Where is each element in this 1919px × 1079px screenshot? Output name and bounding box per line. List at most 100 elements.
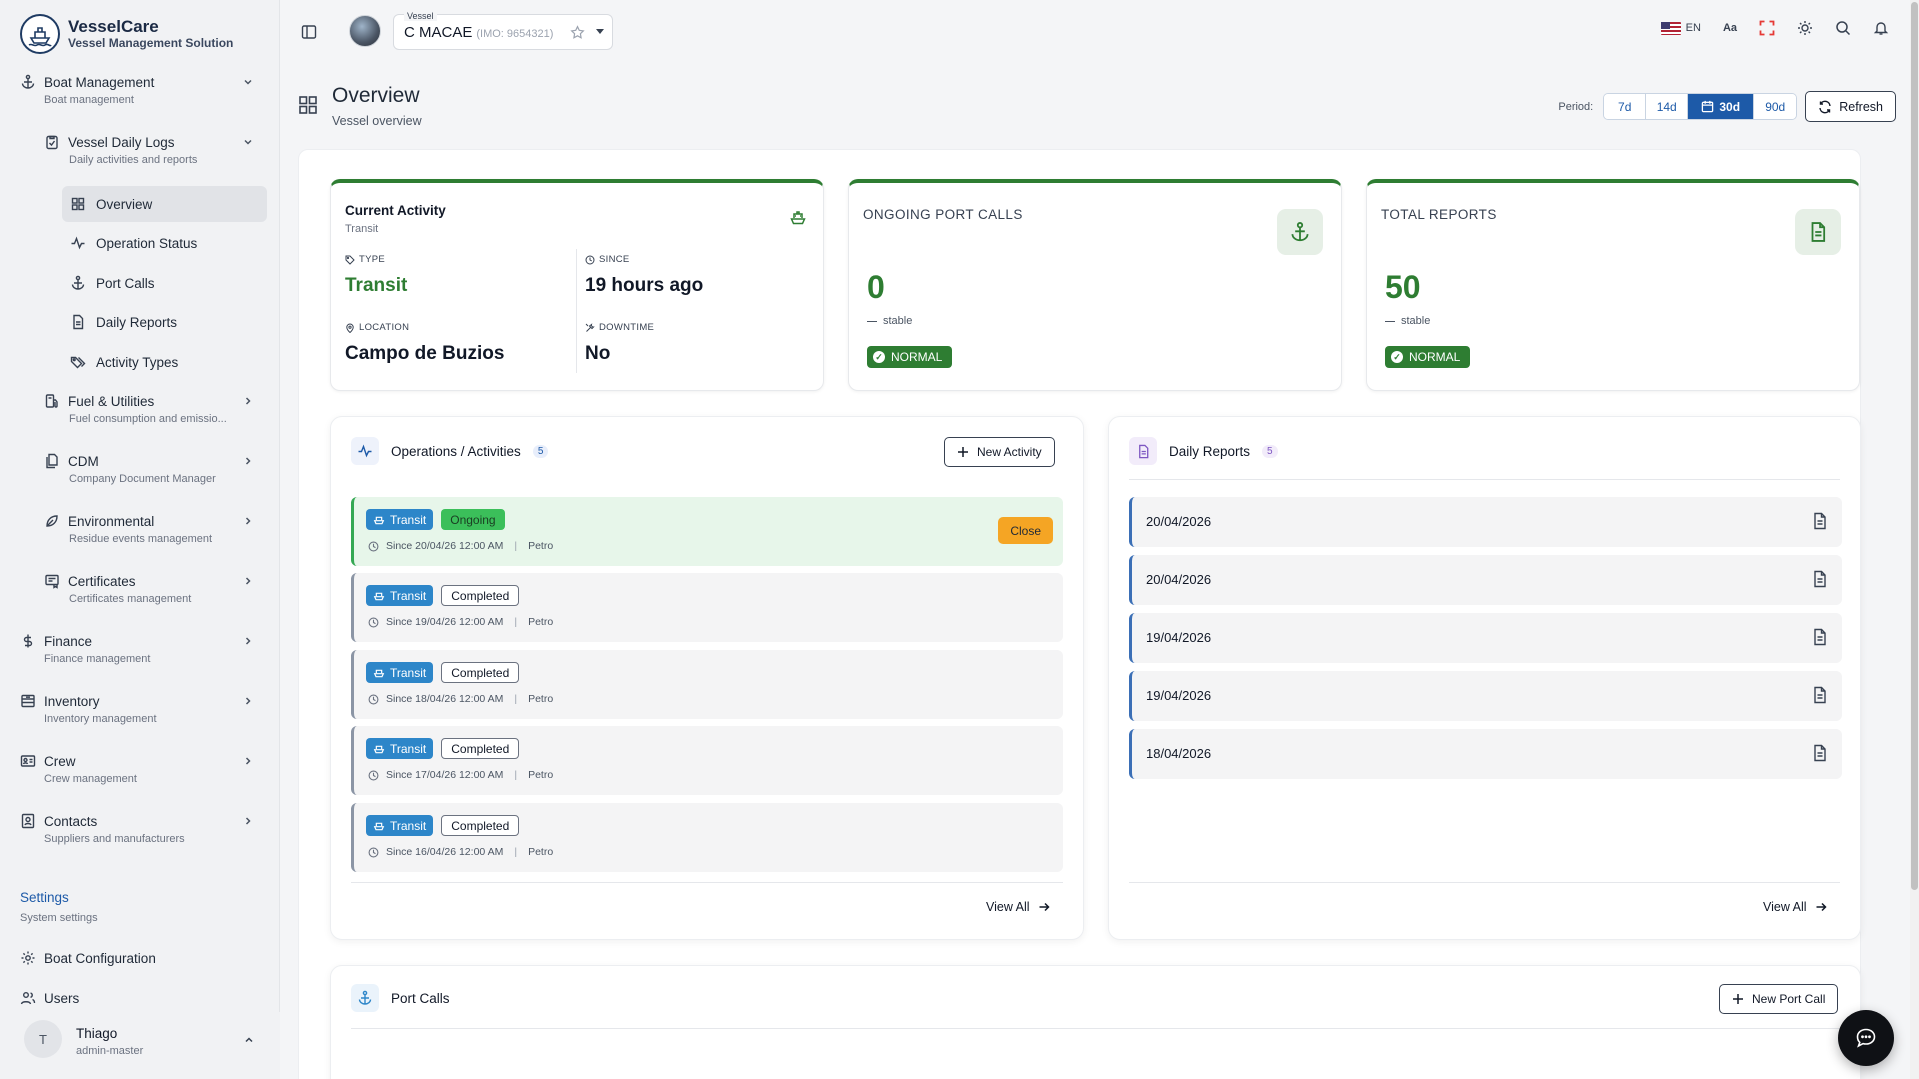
kpi-icon-box xyxy=(1277,209,1323,255)
activity-downtime-field: DOWNTIME No xyxy=(585,322,654,365)
language-code: EN xyxy=(1685,22,1701,34)
scrollbar-thumb[interactable] xyxy=(1911,2,1918,890)
us-flag-icon xyxy=(1660,21,1681,35)
kpi-card-ongoing-port-calls: ONGOING PORT CALLS 0 stable ✓ NORMAL xyxy=(848,179,1342,391)
contacts-icon xyxy=(21,813,35,829)
wrench-icon xyxy=(585,322,595,332)
sidebar-item-label: CDM xyxy=(68,453,99,469)
sidebar-item-crew[interactable]: Crew Crew management xyxy=(0,753,280,785)
activity-row[interactable]: Transit Completed Since 17/04/26 12:00 A… xyxy=(351,726,1063,795)
report-row[interactable]: 18/04/2026 xyxy=(1129,729,1842,779)
sidebar-item-cdm[interactable]: CDM Company Document Manager xyxy=(0,453,280,485)
report-date: 20/04/2026 xyxy=(1146,572,1212,587)
period-option-14d[interactable]: 14d xyxy=(1646,94,1689,119)
period-option-30d[interactable]: 30d xyxy=(1688,94,1755,119)
report-row[interactable]: 20/04/2026 xyxy=(1129,555,1842,605)
sidebar-item-activity-types[interactable]: Activity Types xyxy=(62,344,267,380)
report-row[interactable]: 19/04/2026 xyxy=(1129,613,1842,663)
activity-location-value: Campo de Buzios xyxy=(345,343,505,364)
sidebar-item-overview[interactable]: Overview xyxy=(62,186,267,222)
font-size-button[interactable]: Aa xyxy=(1723,22,1737,34)
sidebar-item-users[interactable]: Users xyxy=(0,990,280,1010)
sidebar-item-vessel-daily-logs[interactable]: Vessel Daily Logs Daily activities and r… xyxy=(0,134,280,166)
brand-title: VesselCare xyxy=(68,17,159,36)
activity-user: Petro xyxy=(528,540,554,552)
chevron-up-icon xyxy=(245,1037,253,1043)
sidebar-toggle-button[interactable] xyxy=(301,24,317,40)
sidebar-item-environmental[interactable]: Environmental Residue events management xyxy=(0,513,280,545)
sidebar-item-finance[interactable]: Finance Finance management xyxy=(0,633,280,665)
activity-type-badge: Transit xyxy=(366,509,434,530)
star-icon[interactable] xyxy=(570,25,585,40)
period-segmented-control: 7d 14d 30d 90d xyxy=(1603,93,1798,120)
refresh-button[interactable]: Refresh xyxy=(1805,91,1896,122)
new-port-call-button[interactable]: New Port Call xyxy=(1719,984,1839,1014)
divider xyxy=(1129,479,1840,480)
anchor-icon xyxy=(1291,222,1309,242)
period-option-90d[interactable]: 90d xyxy=(1754,94,1797,119)
activity-downtime-value: No xyxy=(585,343,611,364)
document-icon[interactable] xyxy=(1812,744,1828,762)
sidebar-item-inventory[interactable]: Inventory Inventory management xyxy=(0,693,280,725)
sidebar-item-fuel-utilities[interactable]: Fuel & Utilities Fuel consumption and em… xyxy=(0,393,280,425)
operations-view-all-link[interactable]: View All xyxy=(986,900,1050,914)
vesselcare-logo-icon xyxy=(20,14,60,54)
document-icon[interactable] xyxy=(1812,512,1828,530)
document-icon[interactable] xyxy=(1812,686,1828,704)
chevron-right-icon xyxy=(245,397,251,405)
tag-icon xyxy=(345,255,355,265)
check-circle-icon: ✓ xyxy=(1391,351,1403,363)
sidebar-item-sub: Finance management xyxy=(44,653,151,665)
language-switcher[interactable]: EN xyxy=(1660,21,1701,35)
inventory-icon xyxy=(21,694,35,708)
activity-since-value: 19 hours ago xyxy=(585,275,704,296)
fuel-icon xyxy=(45,394,58,408)
report-row[interactable]: 19/04/2026 xyxy=(1129,671,1842,721)
settings-heading[interactable]: Settings xyxy=(20,890,69,905)
page-title: Overview xyxy=(332,84,420,107)
sidebar-item-contacts[interactable]: Contacts Suppliers and manufacturers xyxy=(0,813,280,845)
activity-row[interactable]: Transit Completed Since 19/04/26 12:00 A… xyxy=(351,573,1063,642)
sidebar-item-sub: Suppliers and manufacturers xyxy=(44,833,185,845)
refresh-icon xyxy=(1819,100,1831,113)
clock-icon xyxy=(368,847,379,857)
section-icon-box xyxy=(1129,437,1157,465)
activity-row[interactable]: Transit Ongoing Since 20/04/26 12:00 AM … xyxy=(351,497,1063,566)
chevron-right-icon xyxy=(245,637,251,645)
period-option-7d[interactable]: 7d xyxy=(1604,94,1647,119)
sidebar-item-certificates[interactable]: Certificates Certificates management xyxy=(0,573,280,605)
caret-down-icon[interactable] xyxy=(596,29,604,35)
document-icon[interactable] xyxy=(1812,570,1828,588)
sidebar-item-daily-reports[interactable]: Daily Reports xyxy=(62,304,267,340)
sidebar-item-label: Activity Types xyxy=(96,354,179,370)
sidebar-item-port-calls[interactable]: Port Calls xyxy=(62,265,267,301)
vessel-select[interactable]: Vessel C MACAE (IMO: 9654321) xyxy=(393,11,613,50)
sidebar-item-operation-status[interactable]: Operation Status xyxy=(62,225,267,261)
document-icon[interactable] xyxy=(1812,628,1828,646)
chat-button[interactable] xyxy=(1838,1010,1894,1066)
new-activity-button[interactable]: New Activity xyxy=(944,437,1055,467)
fullscreen-icon[interactable] xyxy=(1759,20,1775,36)
report-row[interactable]: 20/04/2026 xyxy=(1129,497,1842,547)
bell-icon[interactable] xyxy=(1873,20,1889,36)
user-menu[interactable]: T Thiago admin-master xyxy=(0,1012,280,1079)
arrow-right-icon xyxy=(1816,902,1827,912)
activity-since: Since 16/04/26 12:00 AM xyxy=(386,846,504,858)
activity-user: Petro xyxy=(528,769,554,781)
activity-row[interactable]: Transit Completed Since 18/04/26 12:00 A… xyxy=(351,650,1063,719)
kpi-value: 0 xyxy=(867,269,885,305)
sidebar-item-boat-management[interactable]: Boat Management Boat management xyxy=(0,74,280,106)
sidebar-item-boat-configuration[interactable]: Boat Configuration xyxy=(0,950,280,966)
chevron-right-icon xyxy=(245,817,251,825)
report-date: 20/04/2026 xyxy=(1146,514,1212,529)
sidebar-item-label: Finance xyxy=(44,633,93,649)
operations-title: Operations / Activities xyxy=(391,443,521,459)
search-icon[interactable] xyxy=(1835,20,1851,36)
theme-sun-icon[interactable] xyxy=(1797,20,1813,36)
brand[interactable]: VesselCare Vessel Management Solution xyxy=(20,14,233,54)
clock-icon xyxy=(368,770,379,780)
daily-reports-view-all-link[interactable]: View All xyxy=(1763,900,1827,914)
close-activity-button[interactable]: Close xyxy=(998,517,1053,544)
view-all-label: View All xyxy=(986,900,1030,914)
activity-row[interactable]: Transit Completed Since 16/04/26 12:00 A… xyxy=(351,803,1063,872)
